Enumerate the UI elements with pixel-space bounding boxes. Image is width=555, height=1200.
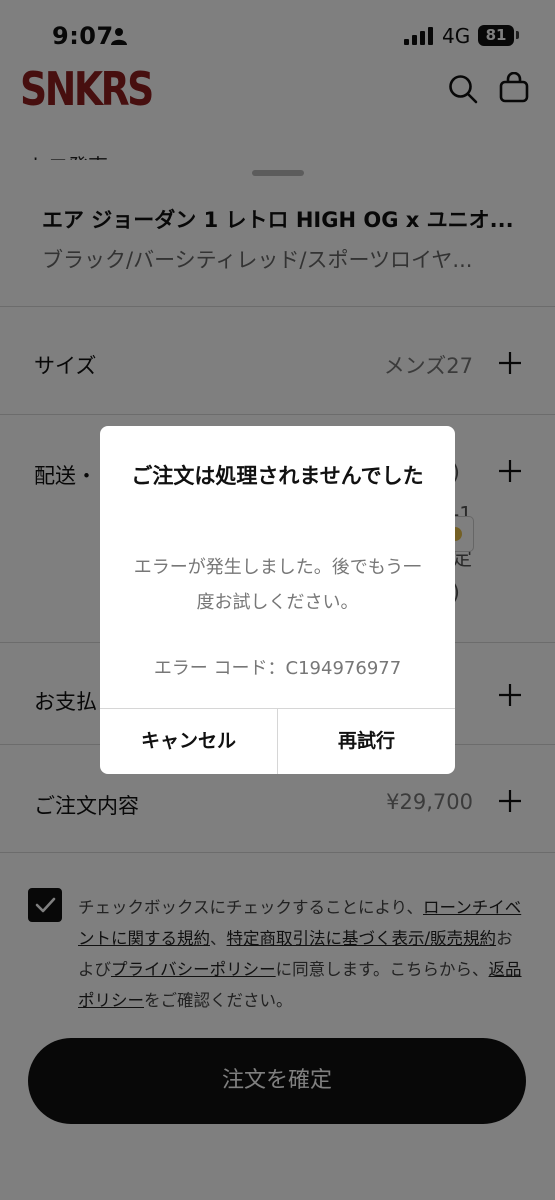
error-dialog: ご注文は処理されませんでした エラーが発生しました。後でもう一度お試しください。… — [100, 426, 455, 774]
dialog-error-code: エラー コード：C194976977 — [153, 658, 402, 679]
dialog-title: ご注文は処理されませんでした — [131, 464, 424, 488]
dialog-message: エラーが発生しました。後でもう一度お試しください。 — [133, 557, 422, 613]
retry-button[interactable]: 再試行 — [278, 709, 455, 774]
cancel-button[interactable]: キャンセル — [100, 709, 277, 774]
screen: 9:07 4G 81 SNKRS トロ発売 エア ジョーダン 1 — [0, 0, 555, 1200]
